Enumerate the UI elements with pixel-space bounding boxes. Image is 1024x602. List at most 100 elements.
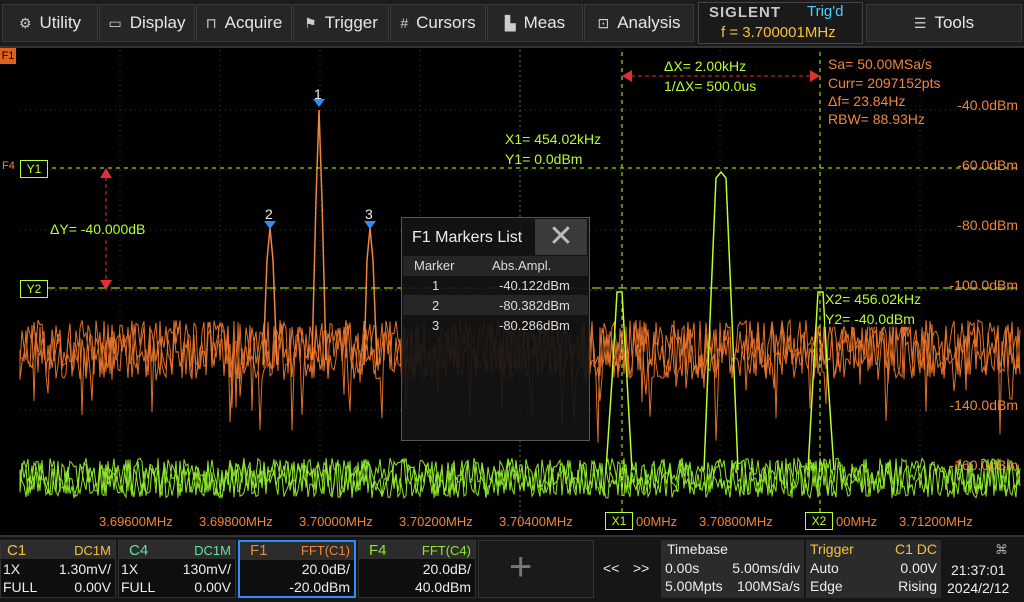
- tools-button[interactable]: ☰ Tools: [866, 4, 1022, 42]
- cursors-label: Cursors: [416, 13, 476, 32]
- y-axis-label: -140.0dBm: [949, 397, 1018, 413]
- function-source: FFT(C4): [421, 543, 471, 558]
- y-axis-label: -100.0dBm: [949, 277, 1018, 293]
- utility-button[interactable]: ⚙ Utility: [2, 4, 98, 42]
- x-axis-label: 3.70800MHz: [699, 514, 773, 529]
- trigger-status: Trig'd: [807, 3, 844, 20]
- cursors-button[interactable]: # Cursors: [390, 4, 486, 42]
- status-bar: C1 DC1M 1X 1.30mV/ FULL 0.00V C4 DC1M 1X…: [0, 535, 1024, 602]
- timebase-panel[interactable]: Timebase 0.00s 5.00ms/div 5.00Mpts 100MS…: [661, 540, 804, 598]
- x-axis-label: 00MHz: [636, 514, 678, 529]
- cursor-y2-handle[interactable]: Y2: [20, 280, 48, 298]
- current-points-readout: Curr= 2097152pts: [828, 75, 941, 91]
- timebase-delay: 0.00s: [665, 560, 700, 576]
- meas-button[interactable]: ▙ Meas: [487, 4, 583, 42]
- flag-icon: ⚑: [304, 14, 317, 31]
- brand-logo: SIGLENT: [709, 4, 782, 21]
- menu-bar: ⚙ Utility ▭ Display ⊓ Acquire ⚑ Trigger # Cur…: [0, 0, 1024, 48]
- trigger-source: C1 DC: [894, 541, 937, 557]
- marker-row-number: 2: [432, 298, 440, 313]
- channel-bandwidth: FULL: [121, 579, 156, 595]
- col-header-marker: Marker: [414, 258, 455, 273]
- channel-bandwidth: FULL: [3, 579, 38, 595]
- trigger-label: Trigger: [324, 13, 378, 32]
- delta-x-arrow-head-left: [622, 70, 632, 82]
- timebase-rate: 100MSa/s: [736, 578, 800, 594]
- x-axis-label: 3.70000MHz: [299, 514, 373, 529]
- delta-x-readout: ΔX= 2.00kHz: [664, 58, 747, 74]
- channel-scale: 1.30mV/: [58, 561, 111, 577]
- sample-rate-readout: Sa= 50.00MSa/s: [828, 56, 932, 72]
- markers-list-title: F1 Markers List: [412, 229, 523, 246]
- function-scale: 20.0dB/: [301, 561, 350, 577]
- cursor-x1-readout: X1= 454.02kHz: [505, 131, 602, 147]
- gear-icon: ⚙: [18, 14, 32, 31]
- rbw-readout: RBW= 88.93Hz: [828, 111, 925, 127]
- analysis-button[interactable]: ⊡ Analysis: [584, 4, 694, 42]
- f4-peak-left: [605, 291, 633, 471]
- function-reference: 40.0dBm: [414, 579, 471, 595]
- marker-row-ampl: -80.286dBm: [499, 318, 570, 333]
- trigger-button[interactable]: ⚑ Trigger: [293, 4, 389, 42]
- display-button[interactable]: ▭ Display: [99, 4, 195, 42]
- markers-list-dialog: F1 Markers List ✕ Marker Abs.Ampl. 1 -40…: [401, 217, 590, 441]
- function-f1-panel[interactable]: F1 FFT(C1) 20.0dB/ -20.0dBm: [238, 540, 356, 598]
- analysis-label: Analysis: [617, 13, 681, 32]
- channel-c1-panel[interactable]: C1 DC1M 1X 1.30mV/ FULL 0.00V: [0, 540, 116, 598]
- scroll-left-button[interactable]: <<: [597, 540, 627, 598]
- tools-label: Tools: [934, 13, 975, 32]
- x-axis-label: 3.70400MHz: [499, 514, 573, 529]
- cursor-y2-readout: Y2= -40.0dBm: [825, 311, 915, 327]
- function-reference: -20.0dBm: [289, 579, 350, 595]
- trigger-panel[interactable]: Trigger C1 DC Auto 0.00V Edge Rising: [806, 540, 941, 598]
- add-channel-button[interactable]: +: [478, 540, 594, 598]
- cursor-x2-handle[interactable]: X2: [805, 512, 833, 530]
- delta-f-readout: Δf= 23.84Hz: [828, 93, 906, 109]
- channel-scale: 130mV/: [182, 561, 231, 577]
- f1-reference-tag[interactable]: F1: [0, 48, 16, 64]
- acquire-button[interactable]: ⊓ Acquire: [196, 4, 292, 42]
- x-axis-label: 3.70200MHz: [399, 514, 473, 529]
- cursor-y1-handle[interactable]: Y1: [20, 160, 48, 178]
- scroll-right-button[interactable]: >>: [627, 540, 657, 598]
- trigger-panel-label: Trigger: [810, 541, 854, 557]
- x-axis-label: 3.69800MHz: [199, 514, 273, 529]
- function-scale: 20.0dB/: [422, 561, 471, 577]
- cursor-x1-handle[interactable]: X1: [605, 512, 633, 530]
- y-axis-label: -80.0dBm: [957, 217, 1018, 233]
- channel-c4-panel[interactable]: C4 DC1M 1X 130mV/ FULL 0.00V: [118, 540, 236, 598]
- marker-2-triangle[interactable]: [264, 221, 276, 229]
- channel-offset: 0.00V: [74, 579, 111, 595]
- channel-offset: 0.00V: [194, 579, 231, 595]
- f4-peak-center: [703, 170, 739, 471]
- channel-probe: 1X: [3, 561, 21, 577]
- f1-peak-3: [363, 227, 378, 366]
- y-axis-label: -40.0dBm: [957, 97, 1018, 113]
- marker-3-triangle[interactable]: [364, 221, 376, 229]
- peak-label-3: 3: [365, 206, 373, 222]
- close-icon: ✕: [548, 220, 574, 253]
- clock-date: 2024/2/12: [947, 580, 1010, 596]
- function-source: FFT(C1): [300, 543, 350, 558]
- function-f4-panel[interactable]: F4 FFT(C4) 20.0dB/ 40.0dBm: [358, 540, 476, 598]
- meas-label: Meas: [523, 13, 566, 32]
- inverse-delta-x-readout: 1/ΔX= 500.0us: [664, 78, 757, 94]
- col-header-ampl: Abs.Ampl.: [492, 258, 552, 273]
- channel-name: C4: [129, 542, 149, 559]
- measure-icon: ▙: [504, 14, 516, 31]
- function-name: F1: [250, 542, 268, 559]
- y-axis-label: -160.0dBm: [949, 457, 1018, 473]
- cursors-icon: #: [400, 15, 409, 31]
- close-button[interactable]: ✕: [535, 219, 587, 255]
- channel-coupling: DC1M: [194, 543, 231, 558]
- delta-y-readout: ΔY= -40.000dB: [50, 221, 146, 237]
- f4-reference-tag[interactable]: F4: [2, 160, 15, 172]
- channel-coupling: DC1M: [74, 543, 111, 558]
- function-name: F4: [369, 542, 387, 559]
- scroll-right-label: >>: [633, 560, 650, 576]
- peak-label-2: 2: [265, 206, 273, 222]
- scroll-left-label: <<: [603, 560, 620, 576]
- marker-row-ampl: -80.382dBm: [499, 298, 570, 313]
- acquire-icon: ⊓: [205, 14, 217, 31]
- trigger-slope: Rising: [898, 578, 937, 594]
